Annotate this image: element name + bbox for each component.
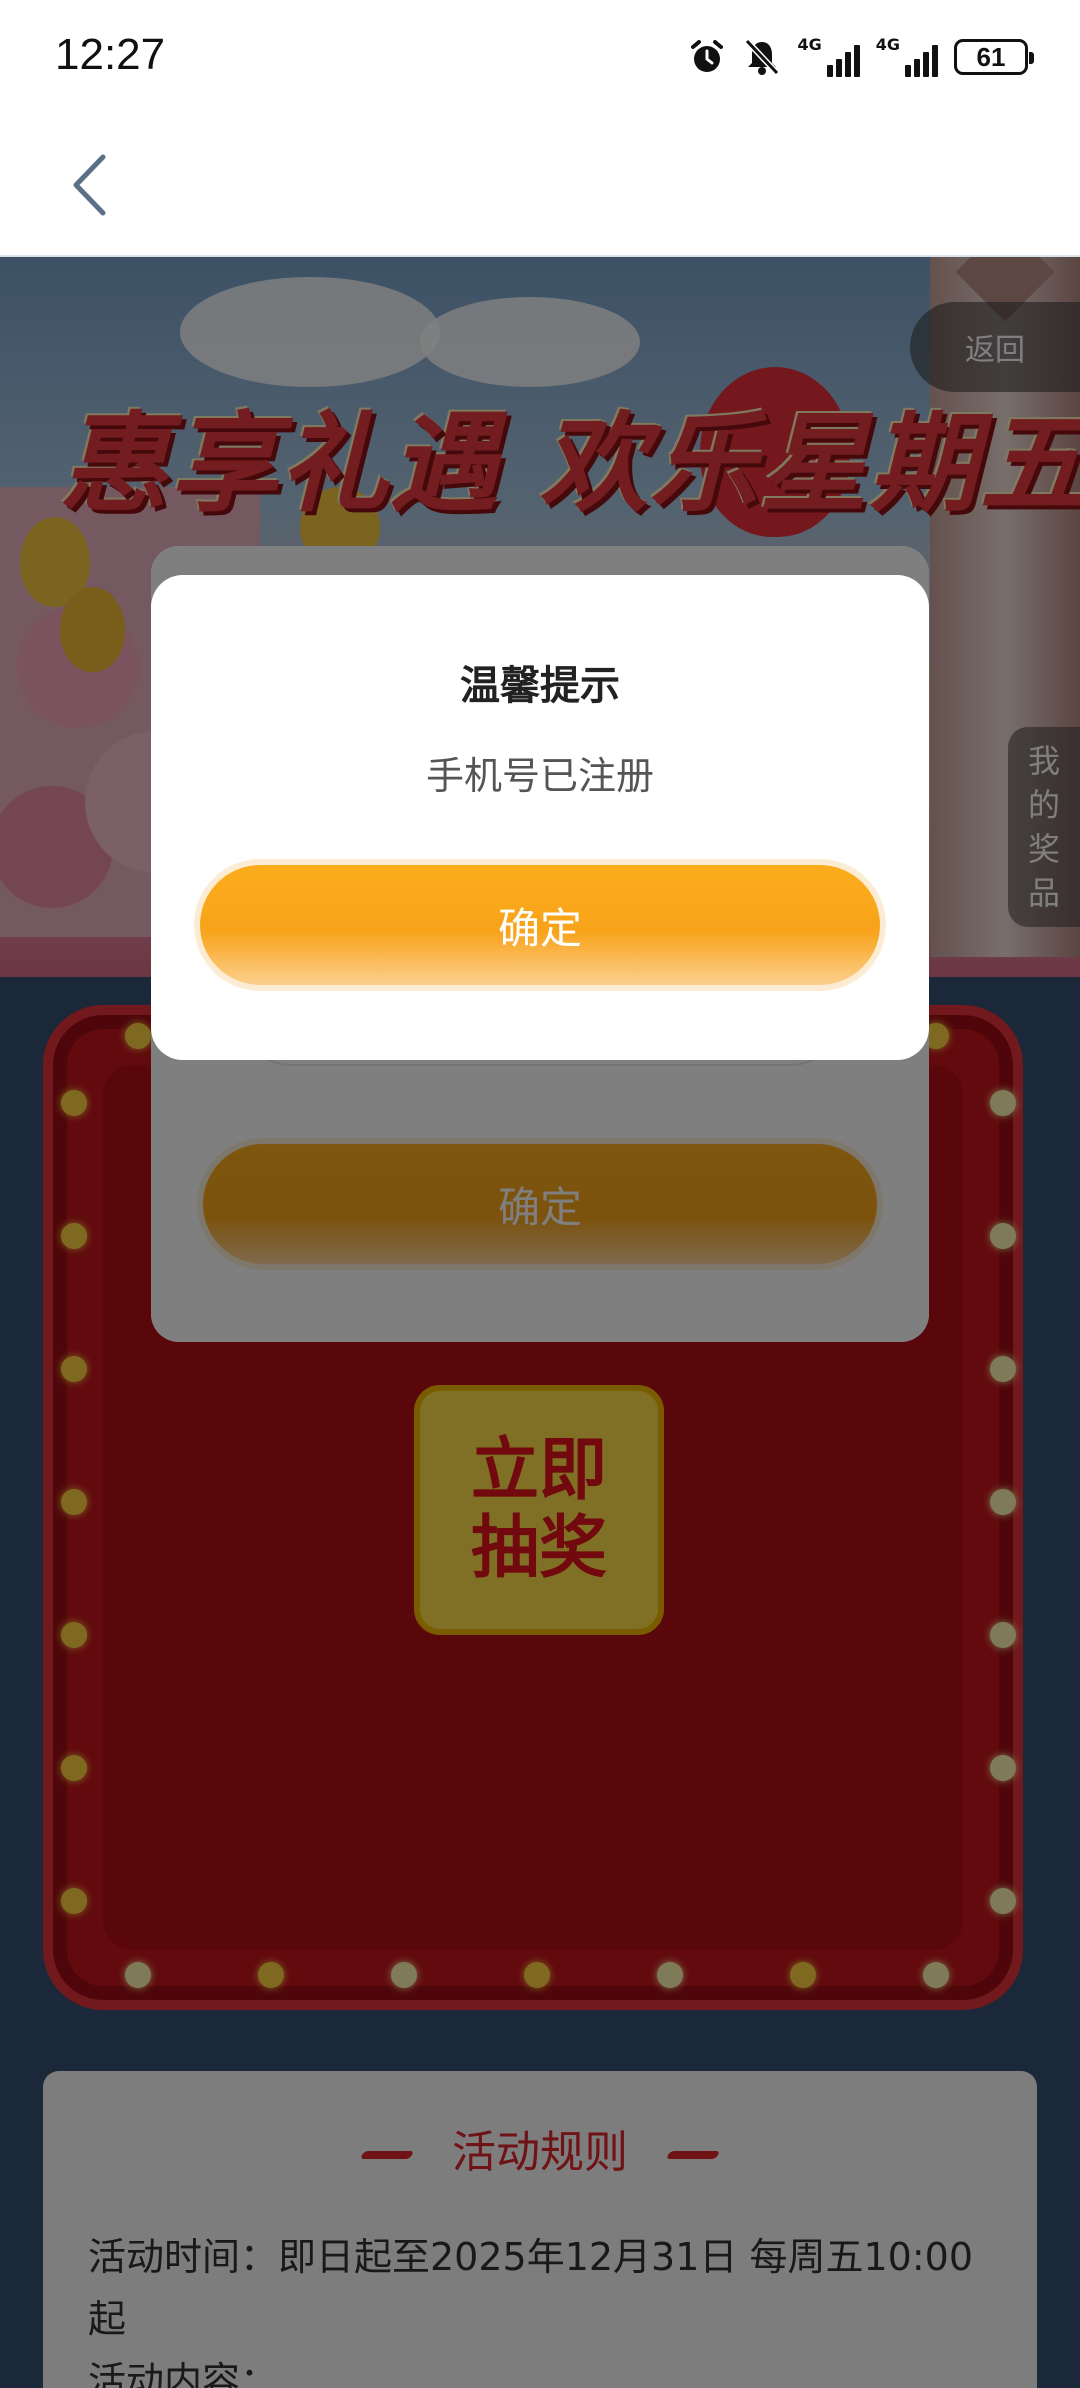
back-button[interactable]: [50, 145, 130, 225]
battery-icon: 61: [954, 39, 1034, 75]
battery-level: 61: [976, 41, 1006, 72]
network-type-label-2: 4G: [875, 35, 900, 54]
signal-icon-2: 4G: [876, 37, 938, 77]
alarm-icon: [687, 37, 727, 77]
status-time: 12:27: [55, 30, 166, 79]
status-icons: 4G 4G 61: [687, 32, 1034, 82]
alert-message: 手机号已注册: [425, 754, 654, 798]
chevron-left-icon: [73, 154, 106, 216]
mute-icon: [743, 37, 781, 77]
alert-confirm-button[interactable]: 确定: [200, 865, 880, 985]
network-type-label: 4G: [797, 35, 822, 54]
alert-title: 温馨提示: [460, 663, 620, 709]
status-bar: 12:27 4G 4G 61: [0, 0, 1080, 115]
alert-dialog: 温馨提示 手机号已注册 确定: [151, 575, 929, 1060]
app-bar: [0, 115, 1080, 257]
signal-icon: 4G: [797, 35, 860, 77]
